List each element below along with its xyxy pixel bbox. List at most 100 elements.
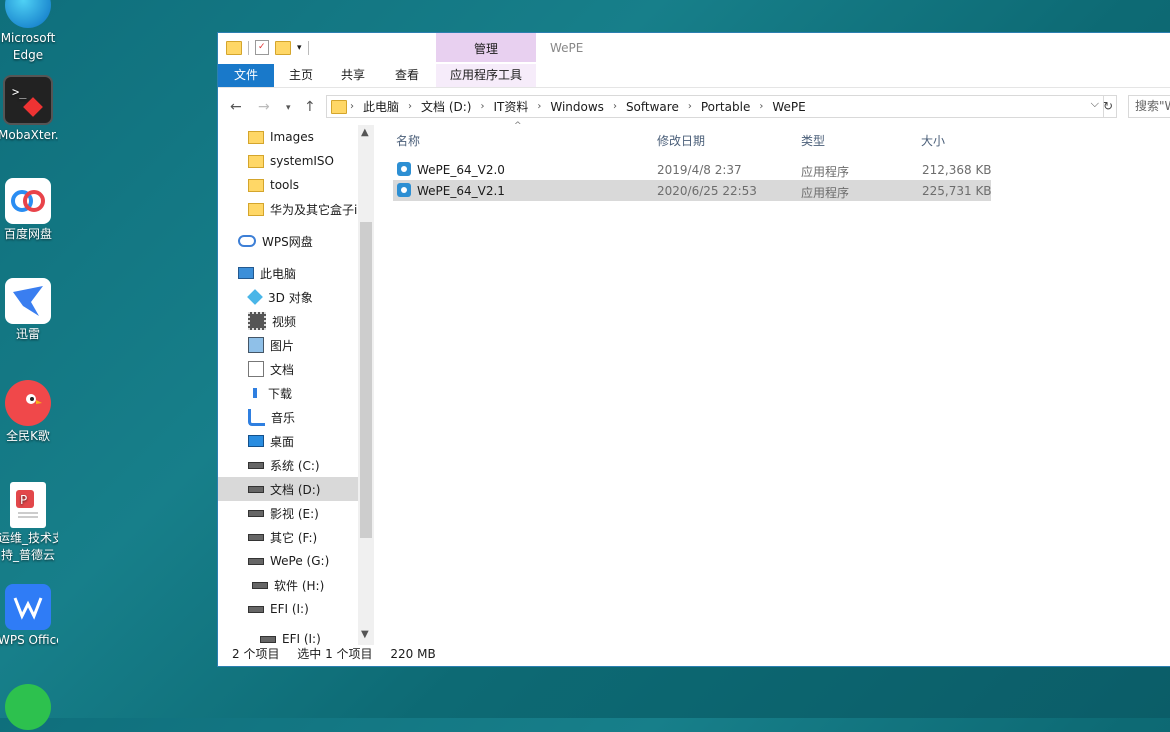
desktop-icon xyxy=(248,435,264,447)
column-header-date[interactable]: 修改日期 xyxy=(657,132,705,149)
up-icon[interactable]: ↑ xyxy=(304,99,316,115)
nav-item[interactable]: Images xyxy=(218,125,358,149)
application-icon xyxy=(397,183,411,197)
file-row[interactable]: WePE_64_V2.0 2019/4/8 2:37 应用程序 212,368 … xyxy=(393,159,992,180)
nav-item[interactable]: 其它 (F:) xyxy=(218,525,358,549)
nav-item[interactable]: 桌面 xyxy=(218,429,358,453)
manage-context-tab[interactable]: 管理 xyxy=(436,33,536,62)
column-header-type[interactable]: 类型 xyxy=(801,132,825,149)
drive-icon xyxy=(248,509,264,517)
nav-item[interactable]: 系统 (C:) xyxy=(218,453,358,477)
nav-item[interactable]: 影视 (E:) xyxy=(218,501,358,525)
scroll-down-icon[interactable]: ▼ xyxy=(361,629,369,640)
chevron-right-icon[interactable]: › xyxy=(756,101,766,112)
drive-icon xyxy=(252,581,268,589)
chevron-right-icon[interactable]: › xyxy=(405,101,415,112)
drive-icon xyxy=(248,461,264,469)
nav-item[interactable]: 3D 对象 xyxy=(218,285,358,309)
recent-chevron-icon[interactable]: ▾ xyxy=(286,103,291,113)
desktop-label: MobaXter... xyxy=(0,128,58,142)
new-folder-icon[interactable] xyxy=(275,40,291,55)
nav-item[interactable]: tools xyxy=(218,173,358,197)
search-input[interactable]: 搜索"WePE" xyxy=(1128,95,1170,118)
file-type: 应用程序 xyxy=(801,165,850,179)
nav-item-label: 音乐 xyxy=(271,410,296,425)
desktop-icon-xunlei[interactable]: 迅雷 xyxy=(0,278,58,343)
breadcrumb-portable[interactable]: Portable xyxy=(695,100,756,114)
video-icon xyxy=(248,312,266,330)
desktop-icon-wechat[interactable] xyxy=(0,684,58,732)
breadcrumb-drive-d[interactable]: 文档 (D:) xyxy=(415,98,477,115)
refresh-icon[interactable]: ↻ xyxy=(1100,95,1117,118)
tab-home[interactable]: 主页 xyxy=(278,64,324,87)
nav-item[interactable]: 此电脑 xyxy=(218,261,358,285)
nav-item[interactable]: 软件 (H:) xyxy=(218,573,358,597)
divider xyxy=(248,40,249,55)
tab-app-tools[interactable]: 应用程序工具 xyxy=(436,64,536,87)
tab-share[interactable]: 共享 xyxy=(330,64,376,87)
nav-item-label: 图片 xyxy=(270,338,295,353)
breadcrumb-software[interactable]: Software xyxy=(620,100,685,114)
nav-item[interactable]: WePe (G:) xyxy=(218,549,358,573)
desktop-icon-edge[interactable]: Microsoft Edge xyxy=(0,0,58,64)
nav-scrollbar-thumb[interactable] xyxy=(360,222,372,538)
edge-icon xyxy=(5,0,51,28)
nav-item[interactable]: WPS网盘 xyxy=(218,229,358,253)
status-bar: 2 个项目 选中 1 个项目 220 MB xyxy=(218,642,1170,666)
column-header-size[interactable]: 大小 xyxy=(921,132,945,149)
file-row-selected[interactable]: WePE_64_V2.1 2020/6/25 22:53 应用程序 225,73… xyxy=(393,180,992,201)
desktop-icon-doc[interactable]: P 运维_技术支 持_普德云 xyxy=(0,482,58,564)
scroll-up-icon[interactable]: ▲ xyxy=(361,127,369,138)
nav-item-label: Images xyxy=(270,130,314,144)
nav-item[interactable]: 视频 xyxy=(218,309,358,333)
folder-icon xyxy=(248,202,264,216)
nav-item[interactable]: 音乐 xyxy=(218,405,358,429)
drive-icon xyxy=(248,485,264,493)
xunlei-icon xyxy=(5,278,51,324)
nav-item[interactable]: 华为及其它盒子i xyxy=(218,197,358,221)
chevron-right-icon[interactable]: › xyxy=(610,101,620,112)
address-bar[interactable]: › 此电脑 › 文档 (D:) › IT资料 › Windows › Softw… xyxy=(326,95,1104,118)
desktop-icon-wps[interactable]: WPS Office xyxy=(0,584,58,649)
nav-item-label: 视频 xyxy=(272,314,297,329)
nav-item[interactable]: 下载 xyxy=(218,381,358,405)
chevron-right-icon[interactable]: › xyxy=(685,101,695,112)
nav-item[interactable]: systemISO xyxy=(218,149,358,173)
breadcrumb-it[interactable]: IT资料 xyxy=(487,98,534,115)
address-dropdown-icon[interactable]: ⌵ xyxy=(1091,97,1099,111)
back-icon[interactable]: ← xyxy=(230,99,242,115)
nav-item-label: 3D 对象 xyxy=(268,290,313,305)
file-date: 2020/6/25 22:53 xyxy=(657,184,757,198)
desktop-icon-mobaxterm[interactable]: >_ MobaXter... xyxy=(0,75,58,144)
window-title: WePE xyxy=(550,41,584,55)
drive-icon xyxy=(248,533,264,541)
breadcrumb-this-pc[interactable]: 此电脑 xyxy=(357,98,405,115)
desktop-icon-baidu[interactable]: 百度网盘 xyxy=(0,178,58,243)
folder-icon xyxy=(248,154,264,168)
nav-item[interactable]: EFI (I:) xyxy=(218,597,358,621)
forward-icon[interactable]: → xyxy=(258,99,270,115)
folder-icon[interactable] xyxy=(226,40,242,55)
nav-item[interactable]: 文档 (D:) xyxy=(218,477,358,501)
breadcrumb-windows[interactable]: Windows xyxy=(544,100,610,114)
chevron-right-icon[interactable]: › xyxy=(347,101,357,112)
column-header-name[interactable]: 名称 xyxy=(396,132,420,149)
nav-item[interactable]: 文档 xyxy=(218,357,358,381)
nav-item-label: 其它 (F:) xyxy=(270,530,318,545)
nav-item-label: systemISO xyxy=(270,154,334,168)
nav-item[interactable]: 图片 xyxy=(218,333,358,357)
tab-view[interactable]: 查看 xyxy=(384,64,430,87)
chevron-right-icon[interactable]: › xyxy=(477,101,487,112)
ribbon-tabs: 文件 主页 共享 查看 应用程序工具 xyxy=(218,64,1170,88)
chevron-right-icon[interactable]: › xyxy=(534,101,544,112)
properties-icon[interactable]: ✓ xyxy=(255,40,269,55)
desktop-icon-kge[interactable]: 全民K歌 xyxy=(0,380,58,445)
tab-file[interactable]: 文件 xyxy=(218,64,274,87)
nav-item-label: EFI (I:) xyxy=(270,602,309,616)
drive-icon xyxy=(248,605,264,613)
desktop-label: 迅雷 xyxy=(15,327,40,341)
breadcrumb-wepe[interactable]: WePE xyxy=(766,100,811,114)
nav-item-label: 文档 (D:) xyxy=(270,482,321,497)
title-bar: ✓ ▾ 管理 WePE xyxy=(218,33,1170,64)
chevron-down-icon[interactable]: ▾ xyxy=(297,43,302,53)
